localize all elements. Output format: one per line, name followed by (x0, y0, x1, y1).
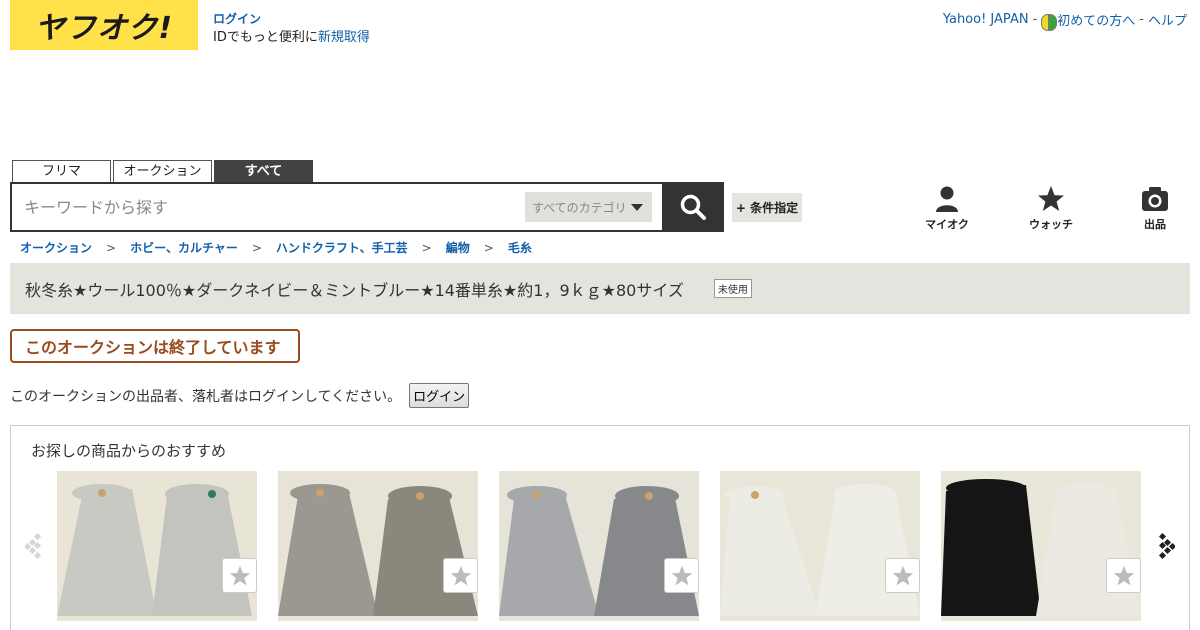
breadcrumb-separator: > (483, 240, 494, 255)
watch-star-button[interactable] (664, 558, 699, 593)
watch-star-button[interactable] (443, 558, 478, 593)
item-title: 秋冬糸★ウール100％★ダークネイビー＆ミントブルー★14番単糸★約1，9ｋｇ★… (25, 280, 684, 300)
yarn-cone-image (941, 471, 1141, 621)
beginner-label: 初めての方へ (1057, 14, 1136, 29)
breadcrumb: オークション > ホビー、カルチャー > ハンドクラフト、手工芸 > 編物 > … (20, 239, 532, 256)
recommend-item-4[interactable] (720, 471, 920, 621)
help-link[interactable]: ヘルプ (1148, 10, 1187, 29)
recommend-item-1[interactable] (57, 471, 257, 621)
recommendation-title: お探しの商品からのおすすめ (31, 442, 227, 460)
watch-button[interactable]: ウォッチ (999, 185, 1103, 232)
star-icon (229, 565, 250, 585)
search-box: すべてのカテゴリ (10, 182, 663, 232)
yarn-cone-image (57, 471, 257, 621)
watch-star-button[interactable] (222, 558, 257, 593)
category-select[interactable]: すべてのカテゴリ (525, 192, 652, 222)
login-prompt: IDでもっと便利に (213, 30, 318, 45)
beginner-mark-icon (1041, 13, 1058, 31)
star-icon (671, 565, 692, 585)
category-selected: すべてのカテゴリ (532, 200, 627, 215)
separator: - (1139, 12, 1144, 28)
breadcrumb-auction[interactable]: オークション (20, 239, 92, 256)
login-notice-text: このオークションの出品者、落札者はログインしてください。 (10, 388, 402, 405)
search-button[interactable] (662, 182, 724, 232)
recommendation-items (57, 471, 1141, 621)
sell-label: 出品 (1144, 218, 1166, 231)
breadcrumb-separator: > (106, 240, 117, 255)
my-auction-label: マイオク (925, 218, 969, 231)
recommendation-panel: お探しの商品からのおすすめ (10, 425, 1190, 630)
seller-login-notice: このオークションの出品者、落札者はログインしてください。 ログイン (10, 383, 470, 408)
star-icon (1113, 565, 1134, 585)
recommend-item-2[interactable] (278, 471, 478, 621)
camera-icon (1142, 187, 1168, 211)
breadcrumb-handcraft[interactable]: ハンドクラフト、手工芸 (276, 239, 408, 256)
login-box: ログイン IDでもっと便利に新規取得 (213, 10, 370, 47)
breadcrumb-hobby[interactable]: ホビー、カルチャー (130, 239, 238, 256)
breadcrumb-separator: > (251, 240, 262, 255)
watch-star-button[interactable] (885, 558, 920, 593)
search-input[interactable] (24, 194, 514, 220)
sell-button[interactable]: 出品 (1103, 185, 1200, 232)
breadcrumb-yarn[interactable]: 毛糸 (508, 239, 532, 256)
signup-link[interactable]: 新規取得 (318, 30, 370, 45)
search-tabs: フリマ オークション すべて (12, 160, 313, 183)
tab-all[interactable]: すべて (214, 160, 313, 183)
recommend-item-3[interactable] (499, 471, 699, 621)
tab-auction[interactable]: オークション (113, 160, 212, 183)
login-link[interactable]: ログイン (213, 12, 261, 26)
item-title-bar: 秋冬糸★ウール100％★ダークネイビー＆ミントブルー★14番単糸★約1，9ｋｇ★… (10, 263, 1190, 314)
yahoo-japan-link[interactable]: Yahoo! JAPAN (943, 12, 1029, 27)
condition-badge: 未使用 (713, 279, 752, 298)
yahuoku-logo[interactable]: ヤフオク! (10, 0, 198, 50)
top-links: Yahoo! JAPAN - 初めての方へ - ヘルプ (943, 10, 1187, 31)
my-auction-button[interactable]: マイオク (895, 185, 999, 232)
beginner-link[interactable]: 初めての方へ (1041, 10, 1136, 31)
carousel-next-icon[interactable] (1155, 531, 1175, 561)
separator: - (1032, 12, 1038, 28)
yarn-cone-image (720, 471, 920, 621)
user-nav: マイオク ウォッチ 出品 (895, 185, 1200, 232)
caret-down-icon (630, 203, 643, 211)
tab-furima[interactable]: フリマ (12, 160, 111, 183)
auction-ended-notice: このオークションは終了しています (10, 329, 300, 363)
breadcrumb-knitting[interactable]: 編物 (446, 239, 470, 256)
carousel-prev-icon[interactable] (25, 531, 45, 561)
breadcrumb-separator: > (421, 240, 432, 255)
person-icon (936, 186, 958, 212)
star-icon (892, 565, 913, 585)
yarn-cone-image (278, 471, 478, 621)
watch-label: ウォッチ (1029, 218, 1073, 231)
login-button[interactable]: ログイン (409, 383, 470, 408)
condition-button[interactable]: + 条件指定 (732, 193, 802, 222)
star-icon (450, 565, 471, 585)
search-icon (680, 194, 706, 220)
yarn-cone-image (499, 471, 699, 621)
logo-text: ヤフオク! (34, 11, 174, 46)
recommend-item-5[interactable] (941, 471, 1141, 621)
watch-star-button[interactable] (1106, 558, 1141, 593)
star-icon (1038, 186, 1064, 211)
